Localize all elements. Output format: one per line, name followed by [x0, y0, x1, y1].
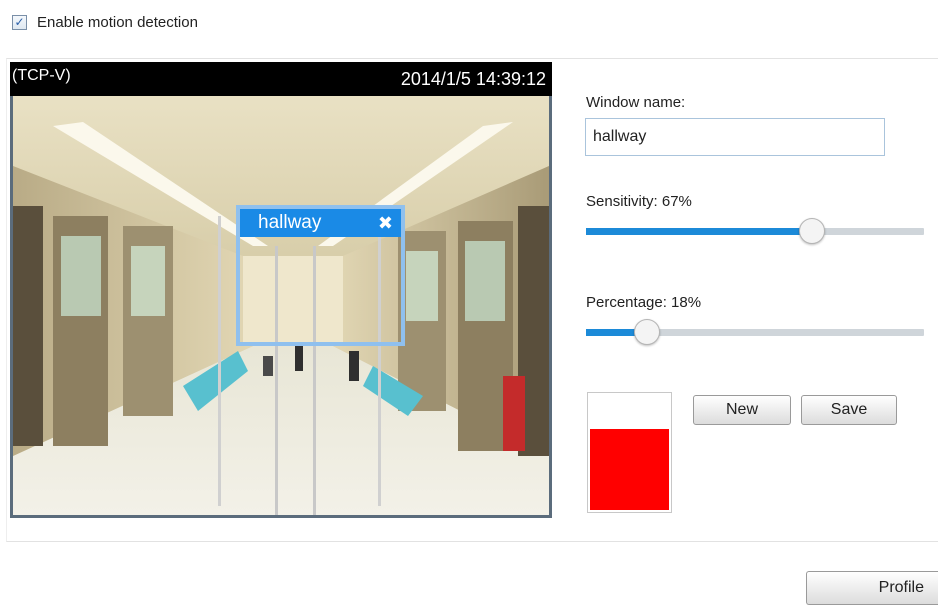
percentage-label: Percentage: 18% — [586, 294, 702, 311]
video-header-bar: (TCP-V) 2014/1/5 14:39:12 — [10, 62, 552, 96]
window-name-input[interactable] — [585, 118, 885, 156]
activity-level-bar — [590, 429, 669, 510]
slider-thumb[interactable] — [634, 319, 660, 345]
sensitivity-label: Sensitivity: 67% — [586, 193, 692, 210]
save-button[interactable]: Save — [801, 395, 897, 425]
close-icon[interactable]: ✖ — [378, 214, 393, 232]
motion-activity-indicator — [587, 392, 672, 513]
stream-type-label: (TCP-V) — [12, 67, 71, 84]
motion-window-title-bar[interactable]: hallway ✖ — [240, 209, 401, 237]
video-timestamp: 2014/1/5 14:39:12 — [400, 69, 546, 89]
new-button[interactable]: New — [693, 395, 791, 425]
enable-motion-checkbox[interactable]: ✓ — [12, 14, 27, 30]
sensitivity-slider[interactable] — [586, 218, 924, 246]
motion-window-name: hallway — [258, 212, 322, 233]
enable-motion-row[interactable]: ✓ Enable motion detection — [12, 12, 198, 32]
motion-window[interactable]: hallway ✖ — [236, 205, 405, 346]
slider-thumb[interactable] — [799, 218, 825, 244]
percentage-slider[interactable] — [586, 319, 924, 347]
enable-motion-label: Enable motion detection — [37, 13, 198, 31]
profile-button[interactable]: Profile — [806, 571, 938, 605]
window-name-label: Window name: — [586, 94, 686, 111]
slider-fill — [586, 228, 812, 235]
